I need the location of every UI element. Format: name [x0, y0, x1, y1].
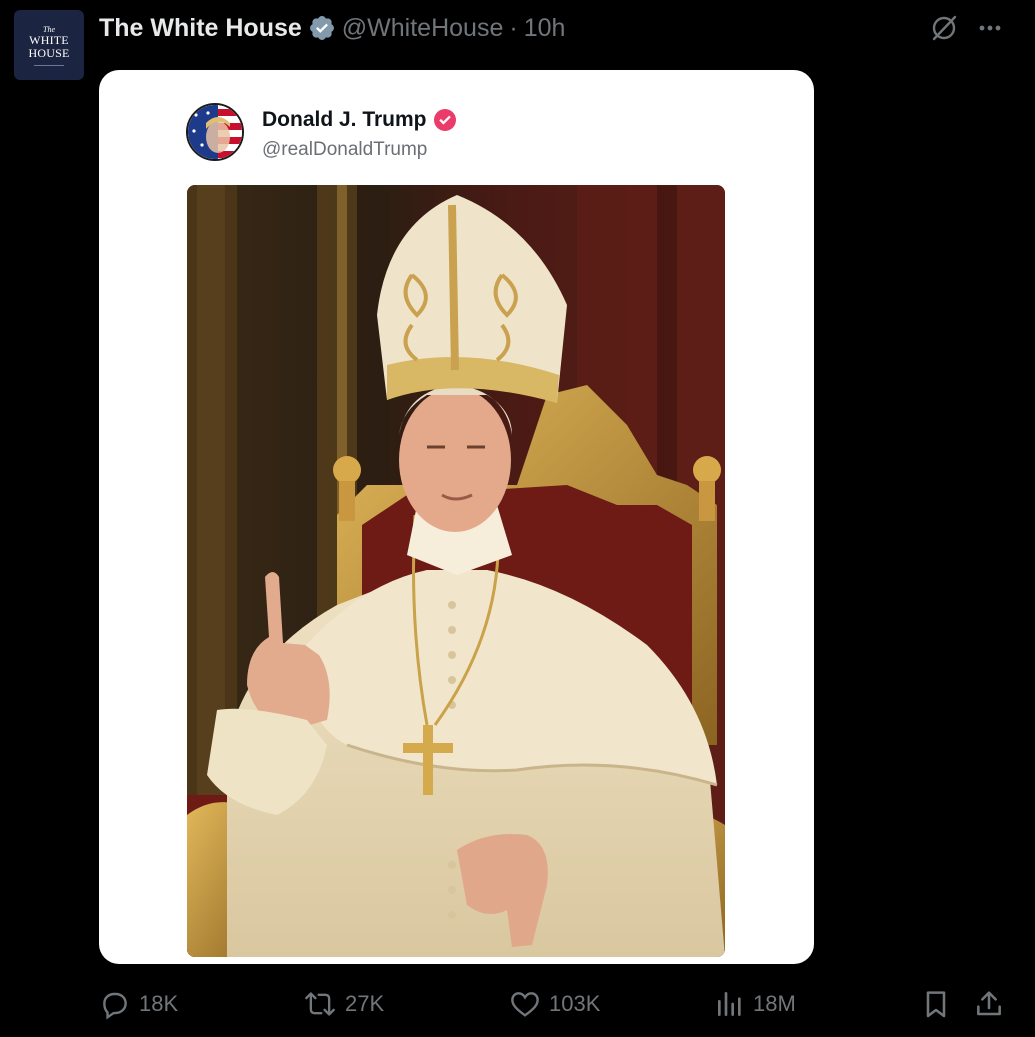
action-bar: 18K 27K 103K 18M: [0, 982, 1035, 1026]
heart-icon: [511, 992, 539, 1017]
tweet: The WHITE HOUSE The White House @WhiteHo…: [0, 0, 1035, 1037]
reply-count: 18K: [139, 991, 179, 1016]
author-name[interactable]: The White House: [99, 14, 302, 43]
reply-button[interactable]: 18K: [99, 982, 178, 1026]
views-icon: [718, 992, 741, 1016]
quoted-handle: @realDonaldTrump: [262, 139, 428, 160]
bookmark-icon: [926, 991, 946, 1018]
tweet-timestamp[interactable]: 10h: [524, 14, 566, 43]
views-count: 18M: [753, 991, 796, 1016]
author-avatar[interactable]: The WHITE HOUSE: [14, 10, 84, 80]
grok-button[interactable]: [926, 10, 962, 46]
avatar-logo-rule: [34, 64, 64, 66]
verified-badge-icon: [433, 109, 456, 131]
avatar-logo-line1: WHITE: [29, 32, 69, 47]
reply-icon: [103, 992, 127, 1020]
repost-icon: [305, 992, 335, 1016]
author-handle[interactable]: @WhiteHouse: [342, 14, 504, 43]
share-icon: [977, 991, 1001, 1016]
quoted-name: Donald J. Trump: [262, 108, 427, 131]
header-separator: ·: [509, 13, 518, 42]
share-button[interactable]: [973, 982, 1005, 1026]
like-button[interactable]: 103K: [509, 982, 600, 1026]
more-dots-icon: [979, 25, 1001, 31]
quoted-avatar: [186, 103, 244, 161]
more-button[interactable]: [972, 10, 1008, 46]
verified-badge-icon[interactable]: [308, 14, 336, 42]
tweet-header: The White House @WhiteHouse · 10h: [99, 12, 565, 44]
views-button[interactable]: 18M: [715, 982, 796, 1026]
avatar-logo-line2: HOUSE: [28, 45, 70, 60]
like-count: 103K: [549, 991, 601, 1016]
repost-count: 27K: [345, 991, 385, 1016]
quoted-name-row: Donald J. Trump: [262, 108, 457, 132]
repost-button[interactable]: 27K: [303, 982, 384, 1026]
bookmark-button[interactable]: [920, 982, 952, 1026]
grok-icon: [932, 15, 957, 41]
tweet-media[interactable]: Donald J. Trump @realDonaldTrump: [99, 70, 814, 964]
pope-portrait-image: [187, 185, 725, 957]
